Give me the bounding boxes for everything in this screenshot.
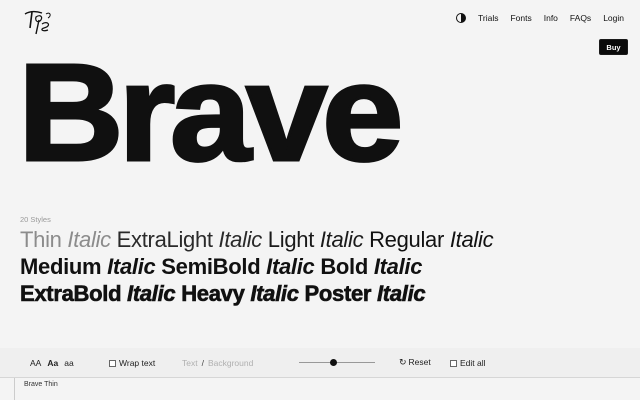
wrap-text-label: Wrap text [119,357,156,368]
color-separator: / [201,357,204,368]
style-semibold[interactable]: SemiBold [161,254,260,279]
style-thin-italic[interactable]: Italic [67,227,111,252]
style-light[interactable]: Light [268,227,315,252]
style-heavy-italic[interactable]: Italic [250,281,299,307]
tester-toolbar: AA Aa aa Wrap text Text / Background ↻ Rese… [0,348,640,378]
top-nav: Trials Fonts Info FAQs Login [456,13,624,23]
case-upper[interactable]: AA [30,358,41,368]
style-heavy[interactable]: Heavy [181,281,245,307]
style-regular[interactable]: Regular [369,227,444,252]
color-controls: Text / Background [182,358,253,368]
style-thin[interactable]: Thin [20,227,62,252]
reset-button[interactable]: ↻ Reset [399,357,431,368]
nav-login[interactable]: Login [603,13,624,23]
nav-fonts[interactable]: Fonts [510,13,531,23]
styles-count: 20 Styles [20,215,51,224]
style-extrabold[interactable]: ExtraBold [20,281,122,307]
nav-faqs[interactable]: FAQs [570,13,591,23]
divider [14,378,15,400]
tester-style-name: Brave Thin [24,381,58,388]
style-regular-italic[interactable]: Italic [450,227,494,252]
checkbox-icon[interactable] [450,359,457,367]
buy-button[interactable]: Buy [599,39,628,55]
wrap-text-toggle[interactable]: Wrap text [109,358,155,368]
background-color-button[interactable]: Background [208,358,253,368]
size-slider[interactable] [299,359,375,366]
style-poster-italic[interactable]: Italic [377,281,426,307]
style-row: Medium Italic SemiBold Italic Bold Itali… [20,253,635,280]
reset-label: Reset [408,357,431,367]
style-bold[interactable]: Bold [320,254,368,279]
nav-info[interactable]: Info [544,13,558,23]
case-title[interactable]: Aa [47,358,58,368]
hero-specimen[interactable]: Brave [16,43,405,184]
slider-handle[interactable] [330,359,337,366]
edit-all-toggle[interactable]: Edit all [450,358,486,368]
nav-trials[interactable]: Trials [478,13,498,23]
edit-all-label: Edit all [460,357,486,368]
style-row: Thin Italic ExtraLight Italic Light Ital… [20,226,635,253]
style-extrabold-italic[interactable]: Italic [127,281,176,307]
case-switcher: AA Aa aa [30,358,74,368]
style-medium-italic[interactable]: Italic [107,254,156,279]
style-list: Thin Italic ExtraLight Italic Light Ital… [20,226,635,307]
style-semibold-italic[interactable]: Italic [266,254,315,279]
style-medium[interactable]: Medium [20,254,102,279]
text-color-button[interactable]: Text [182,358,198,368]
case-lower[interactable]: aa [64,358,73,368]
style-extralight-italic[interactable]: Italic [219,227,263,252]
checkbox-icon[interactable] [109,359,116,367]
logo-icon[interactable] [22,8,54,36]
style-poster[interactable]: Poster [304,281,372,307]
style-light-italic[interactable]: Italic [320,227,364,252]
reset-icon: ↻ [399,357,407,367]
style-extralight[interactable]: ExtraLight [117,227,213,252]
contrast-icon[interactable] [456,13,466,23]
style-bold-italic[interactable]: Italic [374,254,423,279]
tester-row: Brave Thin [0,378,640,400]
style-row: ExtraBold Italic Heavy Italic Poster Ita… [20,280,635,307]
